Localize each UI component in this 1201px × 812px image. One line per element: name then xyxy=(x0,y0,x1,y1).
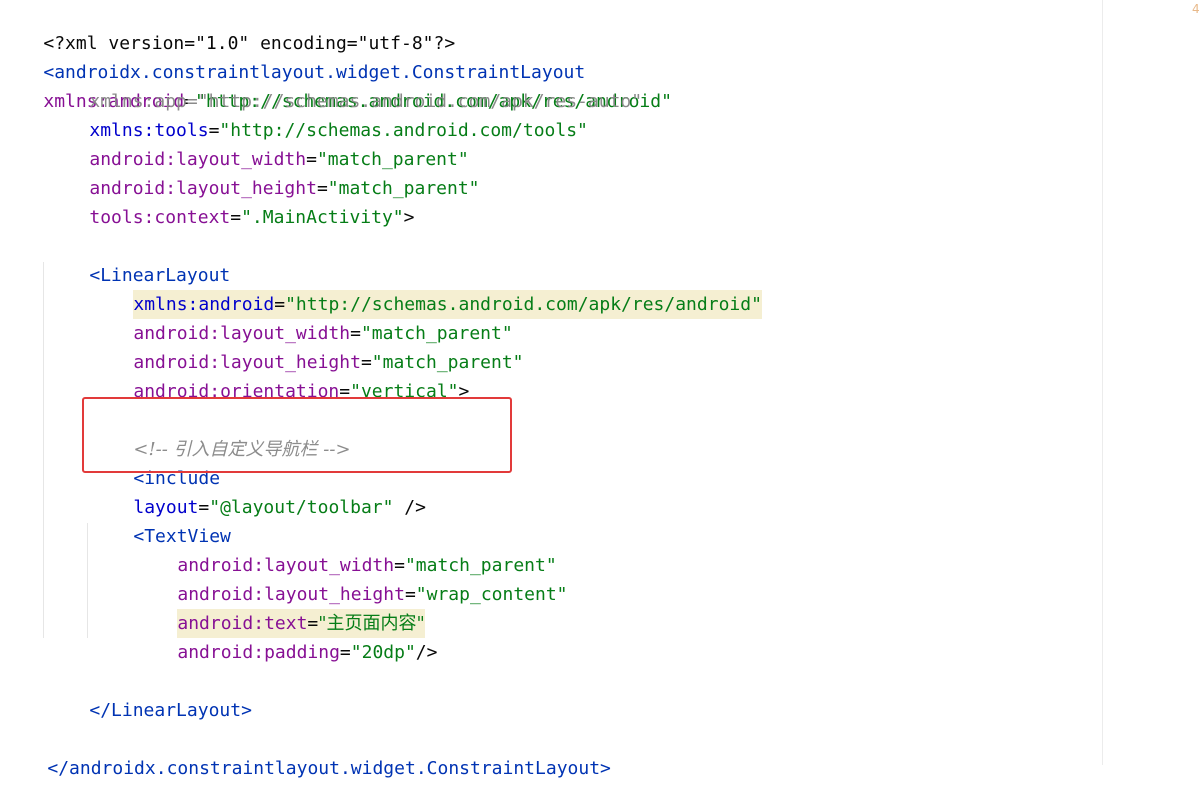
inspection-marker[interactable]: 4 xyxy=(1192,2,1200,16)
code-line-text[interactable]: android:text="主页面内容" xyxy=(0,580,425,638)
attribute-namespace: android xyxy=(133,381,210,402)
code-line-layout-height[interactable]: android:layout_height="match_parent" xyxy=(0,145,479,199)
attribute-namespace: tools xyxy=(89,207,144,228)
tag-bracket: /> xyxy=(415,642,438,663)
attribute-namespace: android xyxy=(177,642,254,663)
code-line-tools-context[interactable]: tools:context=".MainActivity"> xyxy=(0,174,414,228)
code-line-padding[interactable]: android:padding="20dp"/> xyxy=(0,609,437,663)
code-line-layout-height[interactable]: android:layout_height="wrap_content" xyxy=(0,551,567,605)
code-line-constraintlayout-close[interactable]: </androidx.constraintlayout.widget.Const… xyxy=(0,725,611,779)
code-line-linearlayout-xmlns[interactable]: xmlns:android="http://schemas.android.co… xyxy=(0,261,762,319)
code-line-xml-declaration[interactable]: <?xml version="1.0" encoding="utf-8"?> xyxy=(0,0,455,54)
code-editor[interactable]: 4 <?xml version="1.0" encoding="utf-8"?>… xyxy=(0,0,1201,779)
code-line-xmlns-tools[interactable]: xmlns:tools="http://schemas.android.com/… xyxy=(0,87,588,141)
code-line-orientation[interactable]: android:orientation="vertical"> xyxy=(0,348,469,402)
attribute-name: orientation xyxy=(220,381,340,402)
code-line-comment[interactable]: <!-- 引入自定义导航栏 --> xyxy=(0,406,350,460)
code-line-layout-width[interactable]: android:layout_width="match_parent" xyxy=(0,290,512,344)
attribute-value: "vertical" xyxy=(350,381,459,402)
code-line-include[interactable]: <include layout="@layout/toolbar" /> xyxy=(0,435,426,518)
code-line-textview-open[interactable]: <TextView xyxy=(0,493,231,547)
code-line-linearlayout-open[interactable]: <LinearLayout xyxy=(0,232,230,286)
attribute-value: "@layout/toolbar" xyxy=(209,497,394,518)
code-line-layout-width[interactable]: android:layout_width="match_parent" xyxy=(0,522,556,576)
attribute-name: context xyxy=(154,207,231,228)
code-line-layout-height[interactable]: android:layout_height="match_parent" xyxy=(0,319,523,373)
code-line-constraintlayout-open[interactable]: <androidx.constraintlayout.widget.Constr… xyxy=(0,29,672,112)
tag-close: </LinearLayout> xyxy=(89,700,252,721)
attribute-value: "wrap_content" xyxy=(415,584,568,605)
tag-bracket: /> xyxy=(393,497,426,518)
code-line-xmlns-app[interactable]: xmlns:app="http://schemas.android.com/ap… xyxy=(0,58,642,112)
code-line-linearlayout-close[interactable]: </LinearLayout> xyxy=(0,667,252,721)
right-margin-guide xyxy=(1102,0,1103,765)
tag-open: <include xyxy=(133,468,221,489)
code-line-layout-width[interactable]: android:layout_width="match_parent" xyxy=(0,116,468,170)
tag-bracket: > xyxy=(403,207,415,228)
tag-close: </androidx.constraintlayout.widget.Const… xyxy=(47,758,611,779)
attribute-value: ".MainActivity" xyxy=(241,207,404,228)
attribute-name: padding xyxy=(264,642,340,663)
attribute-value: "20dp" xyxy=(350,642,416,663)
tag-bracket: > xyxy=(458,381,470,402)
